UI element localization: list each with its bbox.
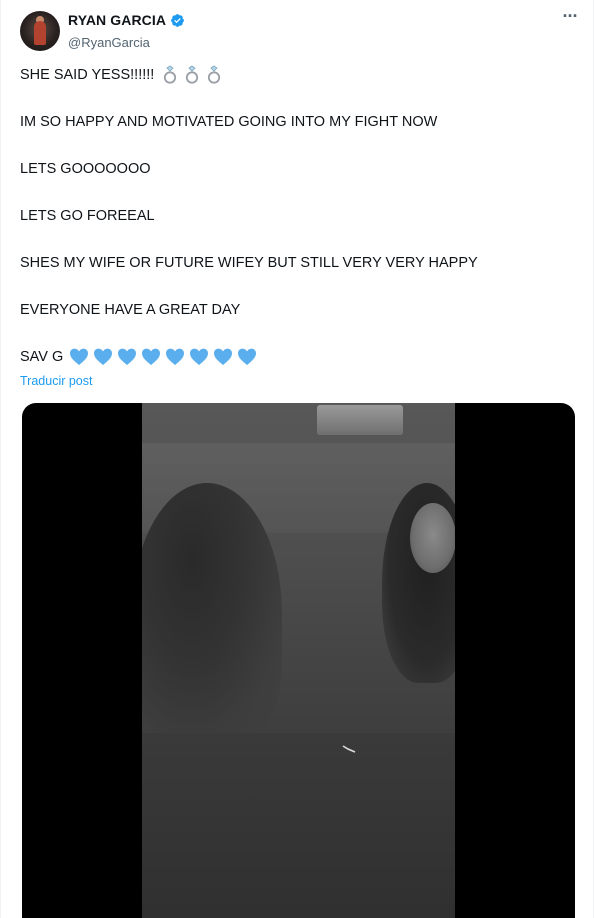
tweet-line-3-text: LETS GOOOOOOO — [20, 161, 151, 177]
video-man-silhouette — [142, 483, 282, 743]
video-frame[interactable] — [142, 403, 455, 918]
avatar[interactable] — [20, 11, 60, 51]
blue-heart-icon — [69, 347, 89, 367]
verified-badge-icon[interactable] — [170, 13, 185, 28]
blue-heart-emoji-group — [69, 347, 259, 367]
tweet-line-6-text: EVERYONE HAVE A GREAT DAY — [20, 302, 241, 318]
tweet-line-5-text: SHES MY WIFE OR FUTURE WIFEY BUT STILL V… — [20, 255, 478, 271]
blue-heart-icon — [213, 347, 233, 367]
tweet-line-1: SHE SAID YESS!!!!!! — [20, 65, 224, 85]
tweet-line-7: SAV G — [20, 347, 259, 367]
blue-heart-icon — [93, 347, 113, 367]
ring-emoji-icon — [204, 65, 224, 85]
ring-emoji-icon — [182, 65, 202, 85]
tweet-line-4-text: LETS GO FOREEAL — [20, 208, 155, 224]
video-player[interactable] — [22, 403, 575, 918]
author-handle[interactable]: @RyanGarcia — [68, 35, 185, 50]
ring-emoji-icon — [160, 65, 180, 85]
author-display-name[interactable]: RYAN GARCIA — [68, 12, 166, 28]
ring-glint-icon — [342, 741, 356, 753]
video-woman-face-shape — [410, 503, 455, 573]
ring-emoji-group — [160, 65, 224, 85]
translate-post-link[interactable]: Traducir post — [20, 374, 92, 388]
tweet-card[interactable]: RYAN GARCIA @RyanGarcia ··· SHE SAID YES… — [0, 0, 594, 918]
tweet-line-4: LETS GO FOREEAL — [20, 206, 155, 226]
author-display-name-row[interactable]: RYAN GARCIA — [68, 12, 185, 28]
video-ceiling-light-shape — [317, 405, 403, 435]
tweet-line-6: EVERYONE HAVE A GREAT DAY — [20, 300, 240, 320]
video-table-shape — [142, 733, 455, 918]
tweet-line-3: LETS GOOOOOOO — [20, 159, 151, 179]
blue-heart-icon — [141, 347, 161, 367]
author-name-block: RYAN GARCIA @RyanGarcia — [68, 12, 185, 50]
blue-heart-icon — [165, 347, 185, 367]
tweet-line-2: IM SO HAPPY AND MOTIVATED GOING INTO MY … — [20, 112, 437, 132]
avatar-body-shape — [34, 21, 46, 45]
more-options-icon[interactable]: ··· — [560, 7, 580, 30]
tweet-line-1-text: SHE SAID YESS!!!!!! — [20, 67, 155, 83]
tweet-line-2-text: IM SO HAPPY AND MOTIVATED GOING INTO MY … — [20, 114, 438, 130]
blue-heart-icon — [189, 347, 209, 367]
blue-heart-icon — [117, 347, 137, 367]
blue-heart-icon — [237, 347, 257, 367]
tweet-header: RYAN GARCIA @RyanGarcia ··· — [20, 7, 580, 54]
tweet-line-7-text: SAV G — [20, 349, 64, 365]
tweet-line-5: SHES MY WIFE OR FUTURE WIFEY BUT STILL V… — [20, 253, 478, 273]
